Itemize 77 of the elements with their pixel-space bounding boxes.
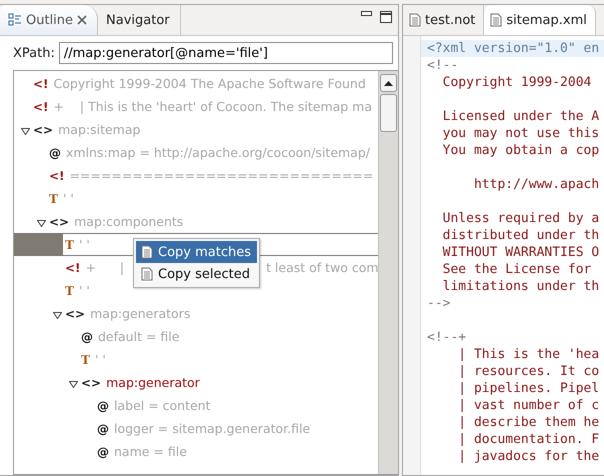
node-label[interactable]: Copyright 1999-2004 The Apache Software Found (54, 76, 366, 91)
code-line: | javadocs for the (457, 448, 600, 465)
code-line: | documentation. F (457, 431, 600, 448)
element-icon: <> (81, 376, 102, 390)
attribute-icon: @ (97, 422, 109, 436)
code-line: WITHOUT WARRANTIES O (442, 244, 600, 261)
code-line: <!-- (426, 57, 460, 74)
attribute-icon: @ (97, 444, 109, 458)
node-label[interactable]: ' ' (94, 352, 106, 367)
attribute-icon: @ (81, 330, 93, 344)
code-line: | vast number of c (457, 397, 600, 414)
code-line: | This is the 'hea (457, 346, 600, 363)
expand-icon[interactable] (36, 220, 46, 227)
maximize-icon[interactable] (380, 11, 392, 23)
node-label[interactable]: name = file (114, 444, 187, 459)
scrollbar-thumb[interactable] (380, 94, 397, 132)
element-icon: <> (33, 122, 54, 136)
expand-icon[interactable] (52, 312, 62, 319)
node-label[interactable]: label = content (114, 398, 211, 413)
node-label[interactable]: ' ' (78, 283, 90, 298)
text-icon: T (81, 352, 90, 366)
copy-icon (141, 245, 153, 259)
text-icon: T (65, 284, 74, 298)
text-icon: T (65, 238, 74, 252)
code-line: you may not use this (442, 125, 600, 142)
node-label[interactable]: map:generator (106, 375, 200, 390)
view-tab[interactable]: Navigator (98, 5, 181, 35)
code-line: --> (426, 295, 452, 312)
comment-icon: <! (65, 260, 81, 274)
code-line: Licensed under the A (442, 108, 600, 125)
code-line: See the License for (442, 261, 592, 278)
node-label[interactable]: default = file (98, 329, 180, 344)
comment-icon: <! (33, 100, 49, 114)
code-line: limitations under th (442, 278, 600, 295)
node-label[interactable]: logger = sitemap.generator.file (114, 421, 310, 436)
node-label[interactable]: map:sitemap (58, 122, 140, 137)
node-label[interactable]: map:components (74, 214, 184, 229)
node-label[interactable]: + | This is the 'heart' of Cocoon. The sitemap ma (54, 99, 372, 114)
expand-icon[interactable] (20, 128, 30, 135)
node-label[interactable]: t least of two com (266, 260, 379, 275)
scroll-up-button[interactable] (380, 74, 397, 92)
code-line: | describe them he (457, 414, 600, 431)
node-label[interactable]: + | (86, 260, 124, 275)
node-label[interactable]: ' ' (78, 237, 90, 252)
code-line: | resources. It co (457, 363, 600, 380)
xpath-field[interactable]: //map:generator[@name='file'] (58, 42, 393, 64)
copy-icon (141, 267, 153, 281)
comment-icon: <! (33, 76, 49, 90)
editor-tab[interactable]: sitemap.xml (484, 5, 596, 35)
expand-icon[interactable] (68, 381, 78, 388)
code-line: You may obtain a cop (442, 142, 600, 159)
element-icon: <> (65, 306, 86, 320)
code-line: distributed under th (442, 227, 600, 244)
menu-item[interactable]: Copy matches (136, 241, 257, 263)
node-label[interactable]: map:generators (90, 306, 190, 321)
up-arrow-icon (384, 80, 393, 86)
close-icon[interactable] (77, 15, 88, 25)
code-line: http://www.apach (472, 176, 600, 193)
code-line: <!--+ (426, 329, 468, 346)
node-label[interactable]: ' ' (62, 191, 74, 206)
attribute-icon: @ (49, 146, 61, 160)
text-icon: T (49, 192, 58, 206)
minimize-icon[interactable] (361, 11, 372, 17)
code-line: Copyright 1999-2004 (442, 74, 592, 91)
view-tab[interactable]: Outline (0, 5, 98, 35)
file-icon (409, 13, 421, 27)
menu-item[interactable]: Copy selected (136, 263, 257, 285)
file-icon (490, 13, 502, 27)
outline-icon (8, 13, 22, 27)
comment-icon: <! (49, 168, 65, 182)
node-label[interactable]: ============================= (70, 168, 374, 183)
xpath-label: XPath: (13, 46, 55, 60)
attribute-icon: @ (97, 398, 109, 412)
element-icon: <> (49, 214, 70, 228)
code-line: Unless required by a (442, 210, 600, 227)
code-line: | pipelines. Pipel (457, 380, 600, 397)
node-label[interactable]: xmlns:map = http://apache.org/cocoon/sitemap/ (66, 145, 370, 160)
